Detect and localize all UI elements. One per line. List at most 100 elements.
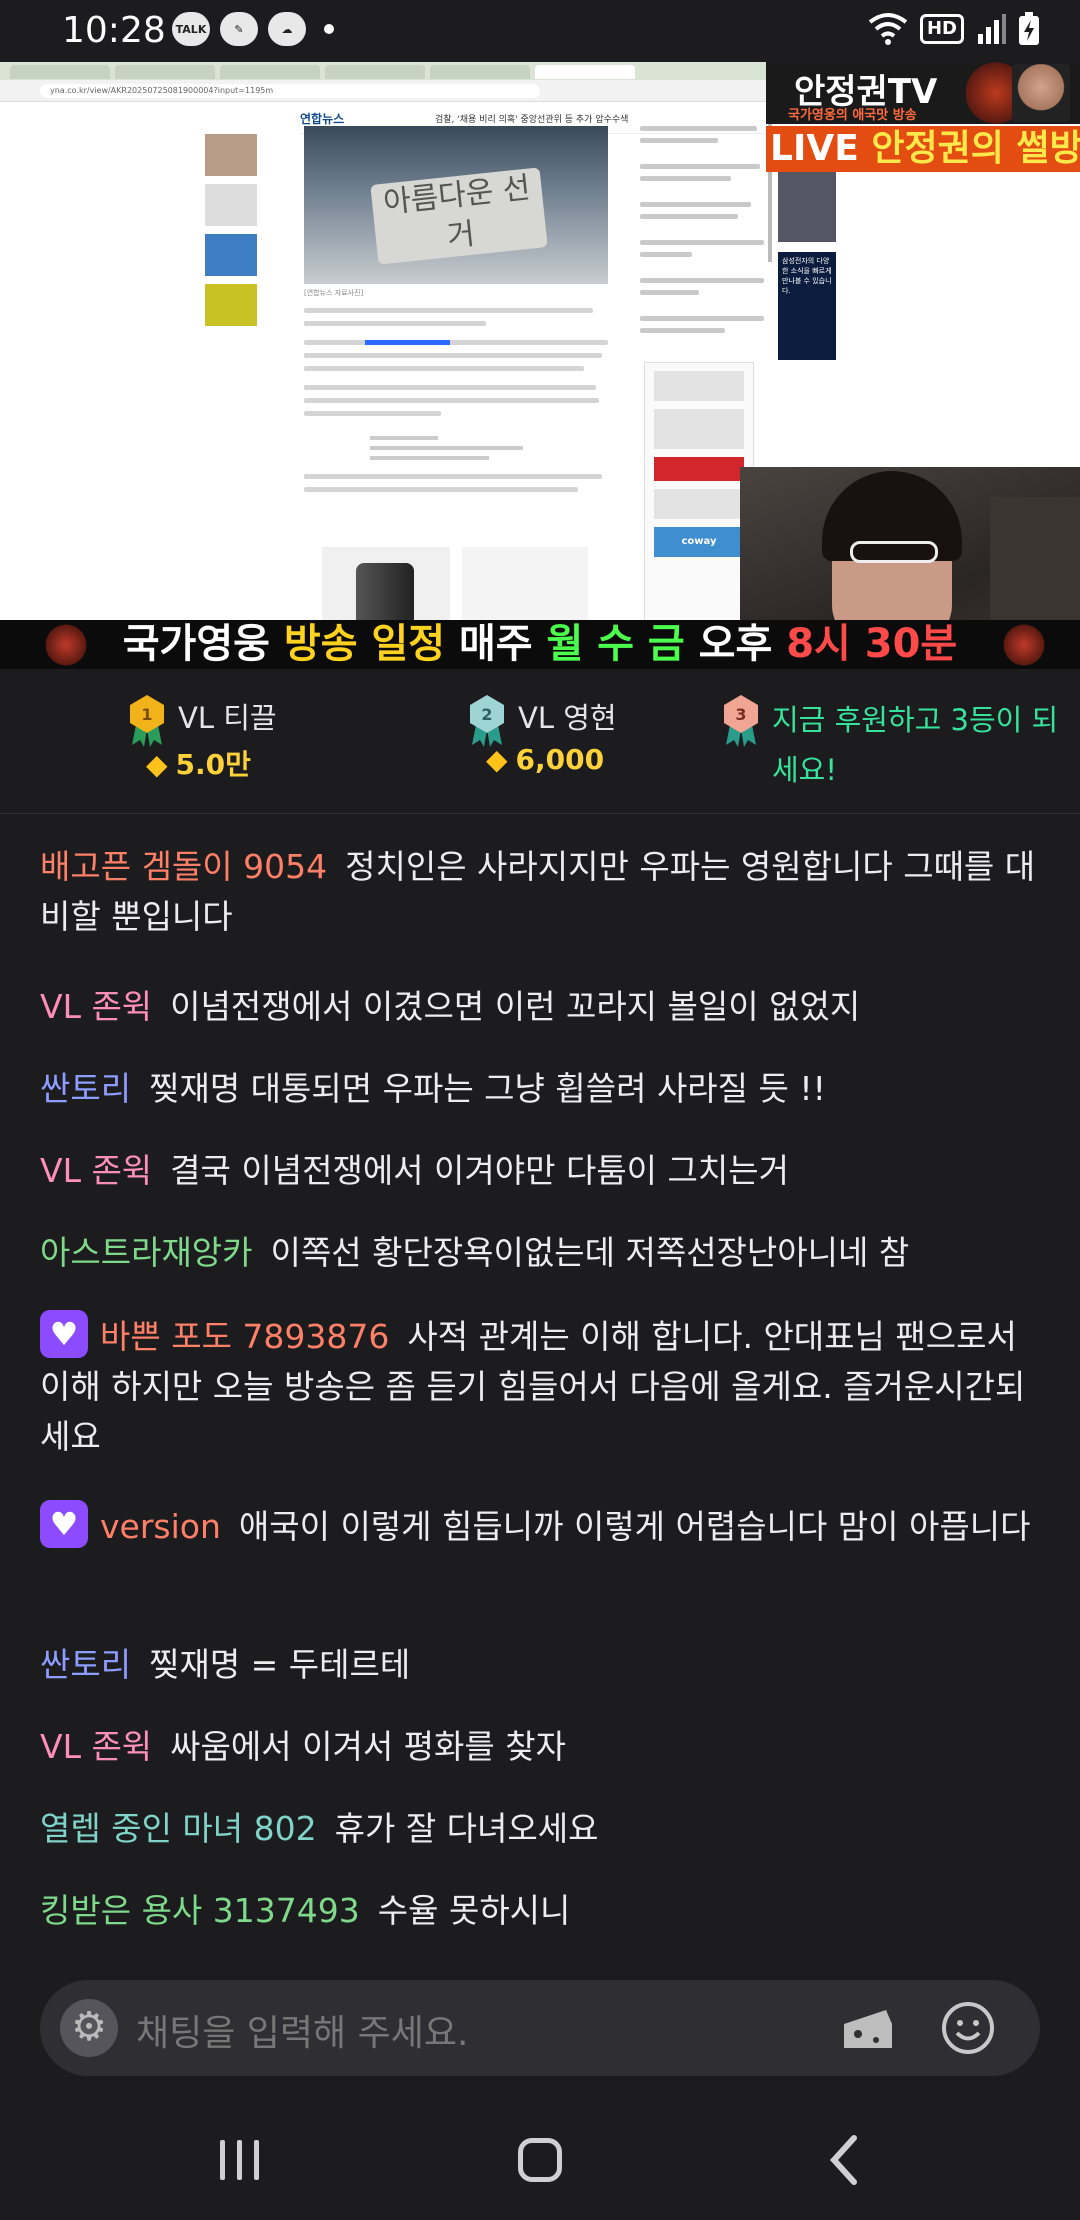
chat-message: 열렙 중인 마녀 802 휴가 잘 다녀오세요	[40, 1804, 1040, 1854]
chat-nickname[interactable]: 열렙 중인 마녀 802	[40, 1809, 317, 1848]
article-body-2	[304, 474, 608, 500]
coway-ad: coway	[654, 527, 744, 557]
text-line	[640, 278, 764, 283]
chat-nickname[interactable]: VL 존윅	[40, 987, 152, 1026]
live-banner: LIVE 안정권의 썰방	[766, 126, 1080, 172]
text-line	[304, 487, 578, 492]
chat-text: 결국 이념전쟁에서 이겨야만 다툼이 그치는거	[170, 1151, 789, 1190]
subscriber-heart-icon	[40, 1310, 88, 1358]
chat-input-bar[interactable]: ⚙ 채팅을 입력해 주세요.	[40, 1980, 1040, 2076]
browser-tab-strip	[0, 62, 770, 80]
dragon-left-icon	[40, 624, 92, 666]
channel-brand-overlay: 안정권TV 국가영웅의 애국맛 방송	[766, 62, 1080, 124]
talk-icon: TALK	[172, 12, 210, 46]
emoji-icon[interactable]	[940, 2000, 996, 2056]
back-chevron-icon	[829, 2135, 857, 2185]
rank-number: 3	[735, 705, 746, 724]
left-ad-column	[205, 134, 265, 334]
donation-ranking: 1 VL 티끌 ◆ 5.0만 2 VL 영현 ◆ 6,000 3 지금 후원하고 3…	[0, 669, 1080, 814]
host-glasses	[850, 541, 938, 563]
system-navigation-bar	[0, 2100, 1080, 2220]
ticker-part: 오후	[698, 621, 787, 667]
gold-medal-icon: 1	[130, 695, 164, 747]
system-icons: HD	[868, 12, 1040, 46]
text-line	[640, 202, 751, 207]
clock: 10:28	[62, 10, 166, 51]
chat-text: 휴가 잘 다녀오세요	[334, 1809, 599, 1848]
chat-text: 싸움에서 이겨서 평화를 찾자	[170, 1727, 566, 1766]
browser-address-bar: yna.co.kr/view/AKR20250725081900004?inpu…	[0, 80, 770, 102]
inline-ad	[370, 430, 540, 470]
text-line	[304, 366, 584, 371]
chat-message: 싼토리 찢재명 대통되면 우파는 그냥 휩쓸려 사라질 듯 !!	[40, 1064, 1040, 1114]
chat-nickname[interactable]: 싼토리	[40, 1069, 131, 1108]
text-line	[640, 290, 699, 295]
ad-thumbnail	[205, 234, 257, 276]
rank-number: 2	[481, 705, 492, 724]
rank-number: 1	[141, 705, 152, 724]
text-line	[370, 436, 438, 440]
live-prefix: LIVE	[770, 128, 872, 169]
text-line	[640, 240, 764, 245]
home-button[interactable]	[500, 2130, 580, 2190]
wifi-icon	[868, 13, 908, 45]
chat-text: 수율 못하시니	[377, 1891, 571, 1930]
feather-icon: ✎	[220, 12, 258, 46]
browser-tab	[10, 65, 110, 79]
cheese-icon: ◆	[146, 748, 168, 781]
donate-prompt: 지금 후원하고 3등이 되세요!	[772, 703, 1059, 787]
chat-nickname[interactable]: VL 존윅	[40, 1727, 152, 1766]
text-line	[640, 176, 731, 181]
election-sign: 아름다운 선거	[370, 167, 548, 265]
chat-nickname[interactable]: 배고픈 겜돌이 9054	[40, 847, 327, 886]
rank-amount: ◆ 6,000	[486, 743, 604, 776]
bronze-medal-icon: 3	[724, 695, 758, 747]
browser-url: yna.co.kr/view/AKR20250725081900004?inpu…	[40, 84, 540, 98]
ticker-part: 월 수 금	[546, 621, 699, 667]
ad-thumbnail	[205, 184, 257, 226]
chat-message: VL 존윅 싸움에서 이겨서 평화를 찾자	[40, 1722, 1040, 1772]
chat-text: 이쪽선 황단장욕이없는데 저쪽선장난아니네 참	[270, 1233, 910, 1272]
article-image: 아름다운 선거	[304, 126, 608, 284]
chat-nickname[interactable]: 싼토리	[40, 1645, 131, 1684]
silver-medal-icon: 2	[470, 695, 504, 747]
chat-text: 찢재명 = 두테르테	[149, 1645, 411, 1684]
chat-nickname[interactable]: 킹받은 용사 3137493	[40, 1891, 360, 1930]
chat-nickname[interactable]: VL 존윅	[40, 1151, 152, 1190]
chat-message: VL 존윅 이념전쟁에서 이겼으면 이런 꼬라지 볼일이 없었지	[40, 982, 1040, 1032]
rank-amount-value: 5.0만	[175, 748, 251, 781]
chat-nickname[interactable]: 바쁜 포도 7893876	[100, 1317, 389, 1356]
ad-thumbnail	[205, 134, 257, 176]
chat-input-field[interactable]: 채팅을 입력해 주세요.	[136, 2004, 468, 2056]
battery-charging-icon	[1019, 12, 1039, 45]
channel-subtitle: 국가영웅의 애국맛 방송	[788, 108, 917, 123]
side-thumbnail	[778, 172, 836, 242]
rank-amount: ◆ 5.0만	[146, 743, 251, 783]
text-line	[370, 446, 523, 450]
chat-message: VL 존윅 결국 이념전쟁에서 이겨야만 다툼이 그치는거	[40, 1146, 1040, 1196]
cheese-icon: ◆	[486, 743, 508, 776]
recent-apps-button[interactable]	[200, 2130, 280, 2190]
chat-message: 바쁜 포도 7893876사적 관계는 이해 합니다. 안대표님 팬으로서 이해…	[40, 1310, 1040, 1462]
gear-icon[interactable]: ⚙	[60, 1999, 118, 2057]
cheese-donate-icon[interactable]	[840, 2002, 896, 2054]
chat-text: 애국이 이렇게 힘듭니까 이렇게 어렵습니다 맘이 아픕니다	[238, 1507, 1031, 1546]
text-line	[304, 474, 602, 479]
samsung-ad: 삼성전자의 다양한 소식을 빠르게 만나볼 수 있습니다.	[778, 252, 836, 360]
chat-nickname[interactable]: 아스트라재앙카	[40, 1233, 253, 1272]
text-line	[304, 385, 596, 390]
back-button[interactable]	[806, 2130, 886, 2190]
notification-icons: TALK ✎ ☁	[172, 12, 334, 46]
rank-name: VL 영현	[518, 701, 617, 735]
chat-nickname[interactable]: version	[100, 1507, 221, 1546]
news-logo: 연합뉴스	[300, 112, 345, 126]
text-line	[640, 164, 760, 169]
stream-video[interactable]: yna.co.kr/view/AKR20250725081900004?inpu…	[0, 62, 1080, 667]
browser-tab	[325, 65, 425, 79]
subscriber-heart-icon	[40, 1500, 88, 1548]
home-icon	[518, 2138, 562, 2182]
ad-thumbnail	[205, 284, 257, 326]
text-line	[640, 214, 738, 219]
text-line	[370, 456, 489, 460]
ad-block	[654, 371, 744, 401]
